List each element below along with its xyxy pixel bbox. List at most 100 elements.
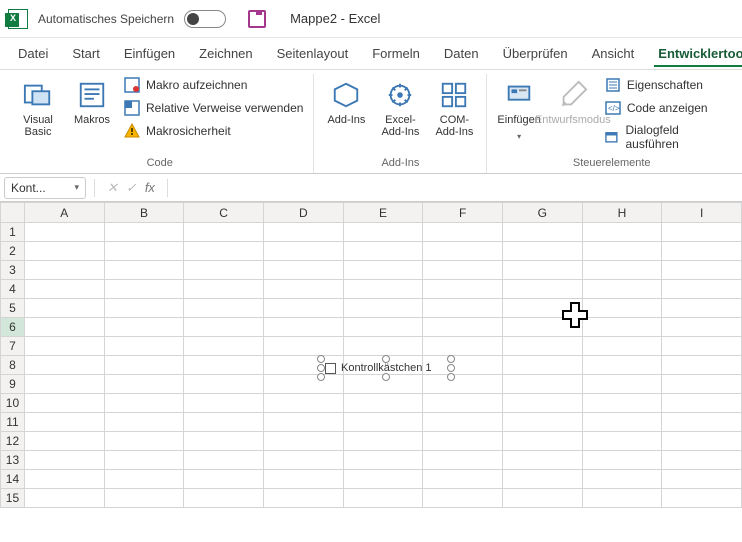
tab-daten[interactable]: Daten — [434, 41, 489, 66]
cell[interactable] — [263, 432, 343, 451]
cell[interactable] — [582, 451, 662, 470]
cell[interactable] — [662, 337, 742, 356]
tab-seitenlayout[interactable]: Seitenlayout — [267, 41, 359, 66]
cell[interactable] — [502, 356, 582, 375]
accept-formula-icon[interactable]: ✓ — [126, 180, 137, 196]
record-macro-button[interactable]: Makro aufzeichnen — [122, 76, 305, 94]
column-header[interactable]: F — [423, 203, 503, 223]
cell[interactable] — [582, 432, 662, 451]
cell[interactable] — [263, 337, 343, 356]
cell[interactable] — [104, 299, 184, 318]
cell[interactable] — [662, 470, 742, 489]
macros-button[interactable]: Makros — [68, 76, 116, 130]
cell[interactable] — [423, 242, 503, 261]
cell[interactable] — [662, 223, 742, 242]
cell[interactable] — [423, 280, 503, 299]
column-header[interactable]: B — [104, 203, 184, 223]
cell[interactable] — [343, 489, 423, 508]
visual-basic-button[interactable]: Visual Basic — [14, 76, 62, 142]
cell[interactable] — [263, 375, 343, 394]
cell[interactable] — [662, 280, 742, 299]
cell[interactable] — [24, 299, 104, 318]
resize-handle[interactable] — [447, 373, 455, 381]
cell[interactable] — [343, 432, 423, 451]
cell[interactable] — [502, 394, 582, 413]
cell[interactable] — [184, 337, 264, 356]
cell[interactable] — [104, 356, 184, 375]
column-header[interactable]: H — [582, 203, 662, 223]
cell[interactable] — [263, 318, 343, 337]
cell[interactable] — [24, 356, 104, 375]
cell[interactable] — [24, 432, 104, 451]
cell[interactable] — [502, 375, 582, 394]
cell[interactable] — [24, 470, 104, 489]
formula-input[interactable] — [172, 177, 742, 199]
autosave-toggle[interactable] — [184, 10, 226, 28]
row-header[interactable]: 4 — [1, 280, 25, 299]
cell[interactable] — [263, 261, 343, 280]
cell[interactable] — [104, 223, 184, 242]
cell[interactable] — [582, 261, 662, 280]
cell[interactable] — [582, 318, 662, 337]
macro-security-button[interactable]: Makrosicherheit — [122, 122, 305, 140]
view-code-button[interactable]: </> Code anzeigen — [603, 99, 728, 117]
cell[interactable] — [24, 451, 104, 470]
resize-handle[interactable] — [382, 355, 390, 363]
resize-handle[interactable] — [317, 373, 325, 381]
tab-einfuegen[interactable]: Einfügen — [114, 41, 185, 66]
cell[interactable] — [423, 375, 503, 394]
cell[interactable] — [423, 299, 503, 318]
cell[interactable] — [582, 223, 662, 242]
cell[interactable] — [502, 337, 582, 356]
resize-handle[interactable] — [447, 364, 455, 372]
cell[interactable] — [662, 432, 742, 451]
cell[interactable] — [184, 375, 264, 394]
cell[interactable] — [263, 223, 343, 242]
cell[interactable] — [662, 451, 742, 470]
row-header[interactable]: 8 — [1, 356, 25, 375]
cell[interactable] — [662, 489, 742, 508]
cancel-formula-icon[interactable]: ✕ — [107, 180, 118, 196]
cell[interactable] — [423, 470, 503, 489]
excel-addins-button[interactable]: Excel-Add-Ins — [376, 76, 424, 142]
row-header[interactable]: 11 — [1, 413, 25, 432]
column-header[interactable]: C — [184, 203, 264, 223]
cell[interactable] — [104, 413, 184, 432]
cell[interactable] — [263, 280, 343, 299]
cell[interactable] — [104, 375, 184, 394]
cell[interactable] — [24, 394, 104, 413]
row-header[interactable]: 10 — [1, 394, 25, 413]
cell[interactable] — [343, 451, 423, 470]
cell[interactable] — [423, 261, 503, 280]
cell[interactable] — [502, 432, 582, 451]
cell[interactable] — [423, 337, 503, 356]
cell[interactable] — [662, 375, 742, 394]
spreadsheet-grid[interactable]: ABCDEFGHI123456789101112131415 Kontrollk… — [0, 202, 742, 508]
cell[interactable] — [24, 318, 104, 337]
row-header[interactable]: 3 — [1, 261, 25, 280]
cell[interactable] — [582, 337, 662, 356]
row-header[interactable]: 1 — [1, 223, 25, 242]
cell[interactable] — [343, 242, 423, 261]
cell[interactable] — [263, 242, 343, 261]
cell[interactable] — [343, 337, 423, 356]
cell[interactable] — [184, 318, 264, 337]
cell[interactable] — [502, 413, 582, 432]
cell[interactable] — [582, 299, 662, 318]
resize-handle[interactable] — [317, 355, 325, 363]
design-mode-button[interactable]: Entwurfsmodus — [549, 76, 597, 130]
row-header[interactable]: 2 — [1, 242, 25, 261]
cell[interactable] — [184, 394, 264, 413]
row-header[interactable]: 7 — [1, 337, 25, 356]
cell[interactable] — [104, 470, 184, 489]
cell[interactable] — [582, 489, 662, 508]
cell[interactable] — [24, 280, 104, 299]
cell[interactable] — [423, 223, 503, 242]
resize-handle[interactable] — [447, 355, 455, 363]
cell[interactable] — [343, 280, 423, 299]
cell[interactable] — [263, 394, 343, 413]
cell[interactable] — [104, 242, 184, 261]
column-header[interactable]: G — [502, 203, 582, 223]
com-addins-button[interactable]: COM-Add-Ins — [430, 76, 478, 142]
column-header[interactable]: I — [662, 203, 742, 223]
